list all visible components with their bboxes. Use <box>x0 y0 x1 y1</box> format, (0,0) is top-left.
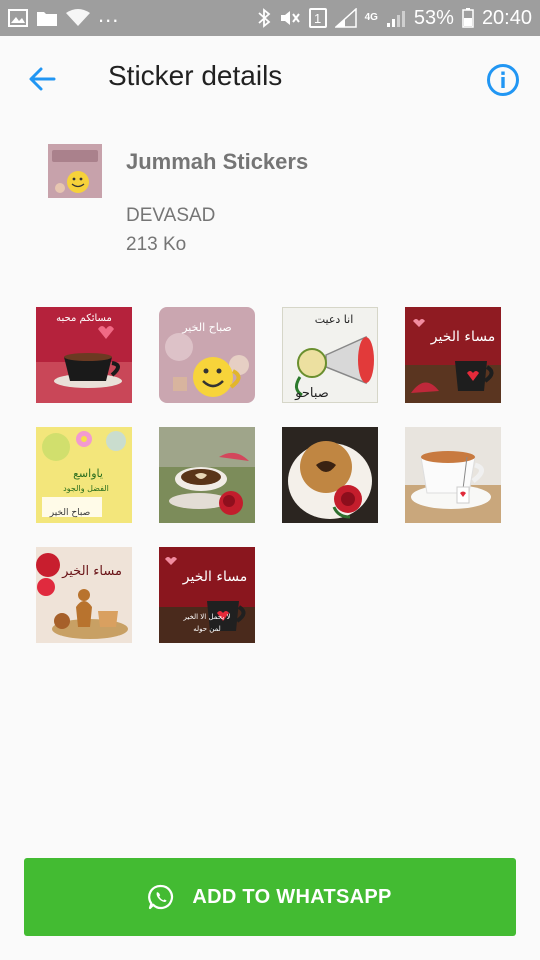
page-title: Sticker details <box>108 60 283 91</box>
clock: 20:40 <box>481 6 532 29</box>
mute-icon <box>279 8 301 28</box>
sticker-caption: مساء الخير <box>430 329 495 345</box>
signal-icon <box>334 8 357 28</box>
tray-icon-image <box>48 144 102 198</box>
status-bar-left: ... <box>8 2 119 28</box>
svg-text:انا دعيت: انا دعيت <box>315 313 354 326</box>
sticker-caption: صباح الخير <box>181 321 232 334</box>
sticker-3[interactable]: انا دعيت صباحو <box>282 307 378 403</box>
svg-text:لمن حوله: لمن حوله <box>193 625 221 633</box>
sticker-caption: صباح الخير <box>49 508 91 518</box>
pack-size: 213 Ko <box>126 234 187 255</box>
arrow-back-icon <box>29 67 56 91</box>
network-type: 4G <box>364 12 378 23</box>
add-to-whatsapp-label: ADD TO WHATSAPP <box>192 885 392 908</box>
sticker-10[interactable]: مساء الخير لا يحمل الا الخير لمن حوله <box>159 547 255 643</box>
whatsapp-icon <box>148 884 174 910</box>
folder-icon <box>36 9 58 27</box>
sticker-5[interactable]: ياواسع الفضل والجود صباح الخير <box>36 427 132 523</box>
status-bar: ... 1 4G 53% 20:40 <box>0 0 540 36</box>
sticker-1[interactable]: مسائكم محبه <box>36 307 132 403</box>
battery-icon <box>462 8 474 28</box>
add-to-whatsapp-button[interactable]: ADD TO WHATSAPP <box>24 858 516 936</box>
sticker-caption: مساء الخير <box>61 564 122 579</box>
sticker-caption: مسائكم محبه <box>56 313 112 324</box>
sticker-caption: صباحو <box>294 386 329 401</box>
status-bar-right: 1 4G 53% 20:40 <box>257 7 532 30</box>
back-button[interactable] <box>26 63 58 95</box>
pack-name: Jummah Stickers <box>126 149 309 174</box>
svg-text:ياواسع: ياواسع <box>73 467 103 480</box>
sticker-6[interactable] <box>159 427 255 523</box>
pack-publisher: DEVASAD <box>126 205 216 226</box>
sticker-9[interactable]: مساء الخير <box>36 547 132 643</box>
sticker-2[interactable]: صباح الخير <box>159 307 255 403</box>
toolbar: Sticker details <box>0 36 540 122</box>
sticker-7[interactable] <box>282 427 378 523</box>
signal-icon <box>386 8 406 28</box>
svg-text:الفضل والجود: الفضل والجود <box>63 484 109 493</box>
sticker-8[interactable] <box>405 427 501 523</box>
bluetooth-icon <box>257 8 271 28</box>
sticker-4[interactable]: مساء الخير <box>405 307 501 403</box>
wifi-icon <box>66 9 90 27</box>
info-icon <box>487 64 519 96</box>
info-button[interactable] <box>486 63 520 97</box>
sticker-caption: مساء الخير <box>182 569 247 585</box>
overflow-notifications: ... <box>98 2 120 27</box>
sim-icon: 1 <box>308 8 327 28</box>
battery-percent: 53% <box>413 6 454 29</box>
svg-text:لا يحمل الا الخير: لا يحمل الا الخير <box>183 613 231 621</box>
image-icon <box>8 9 28 27</box>
